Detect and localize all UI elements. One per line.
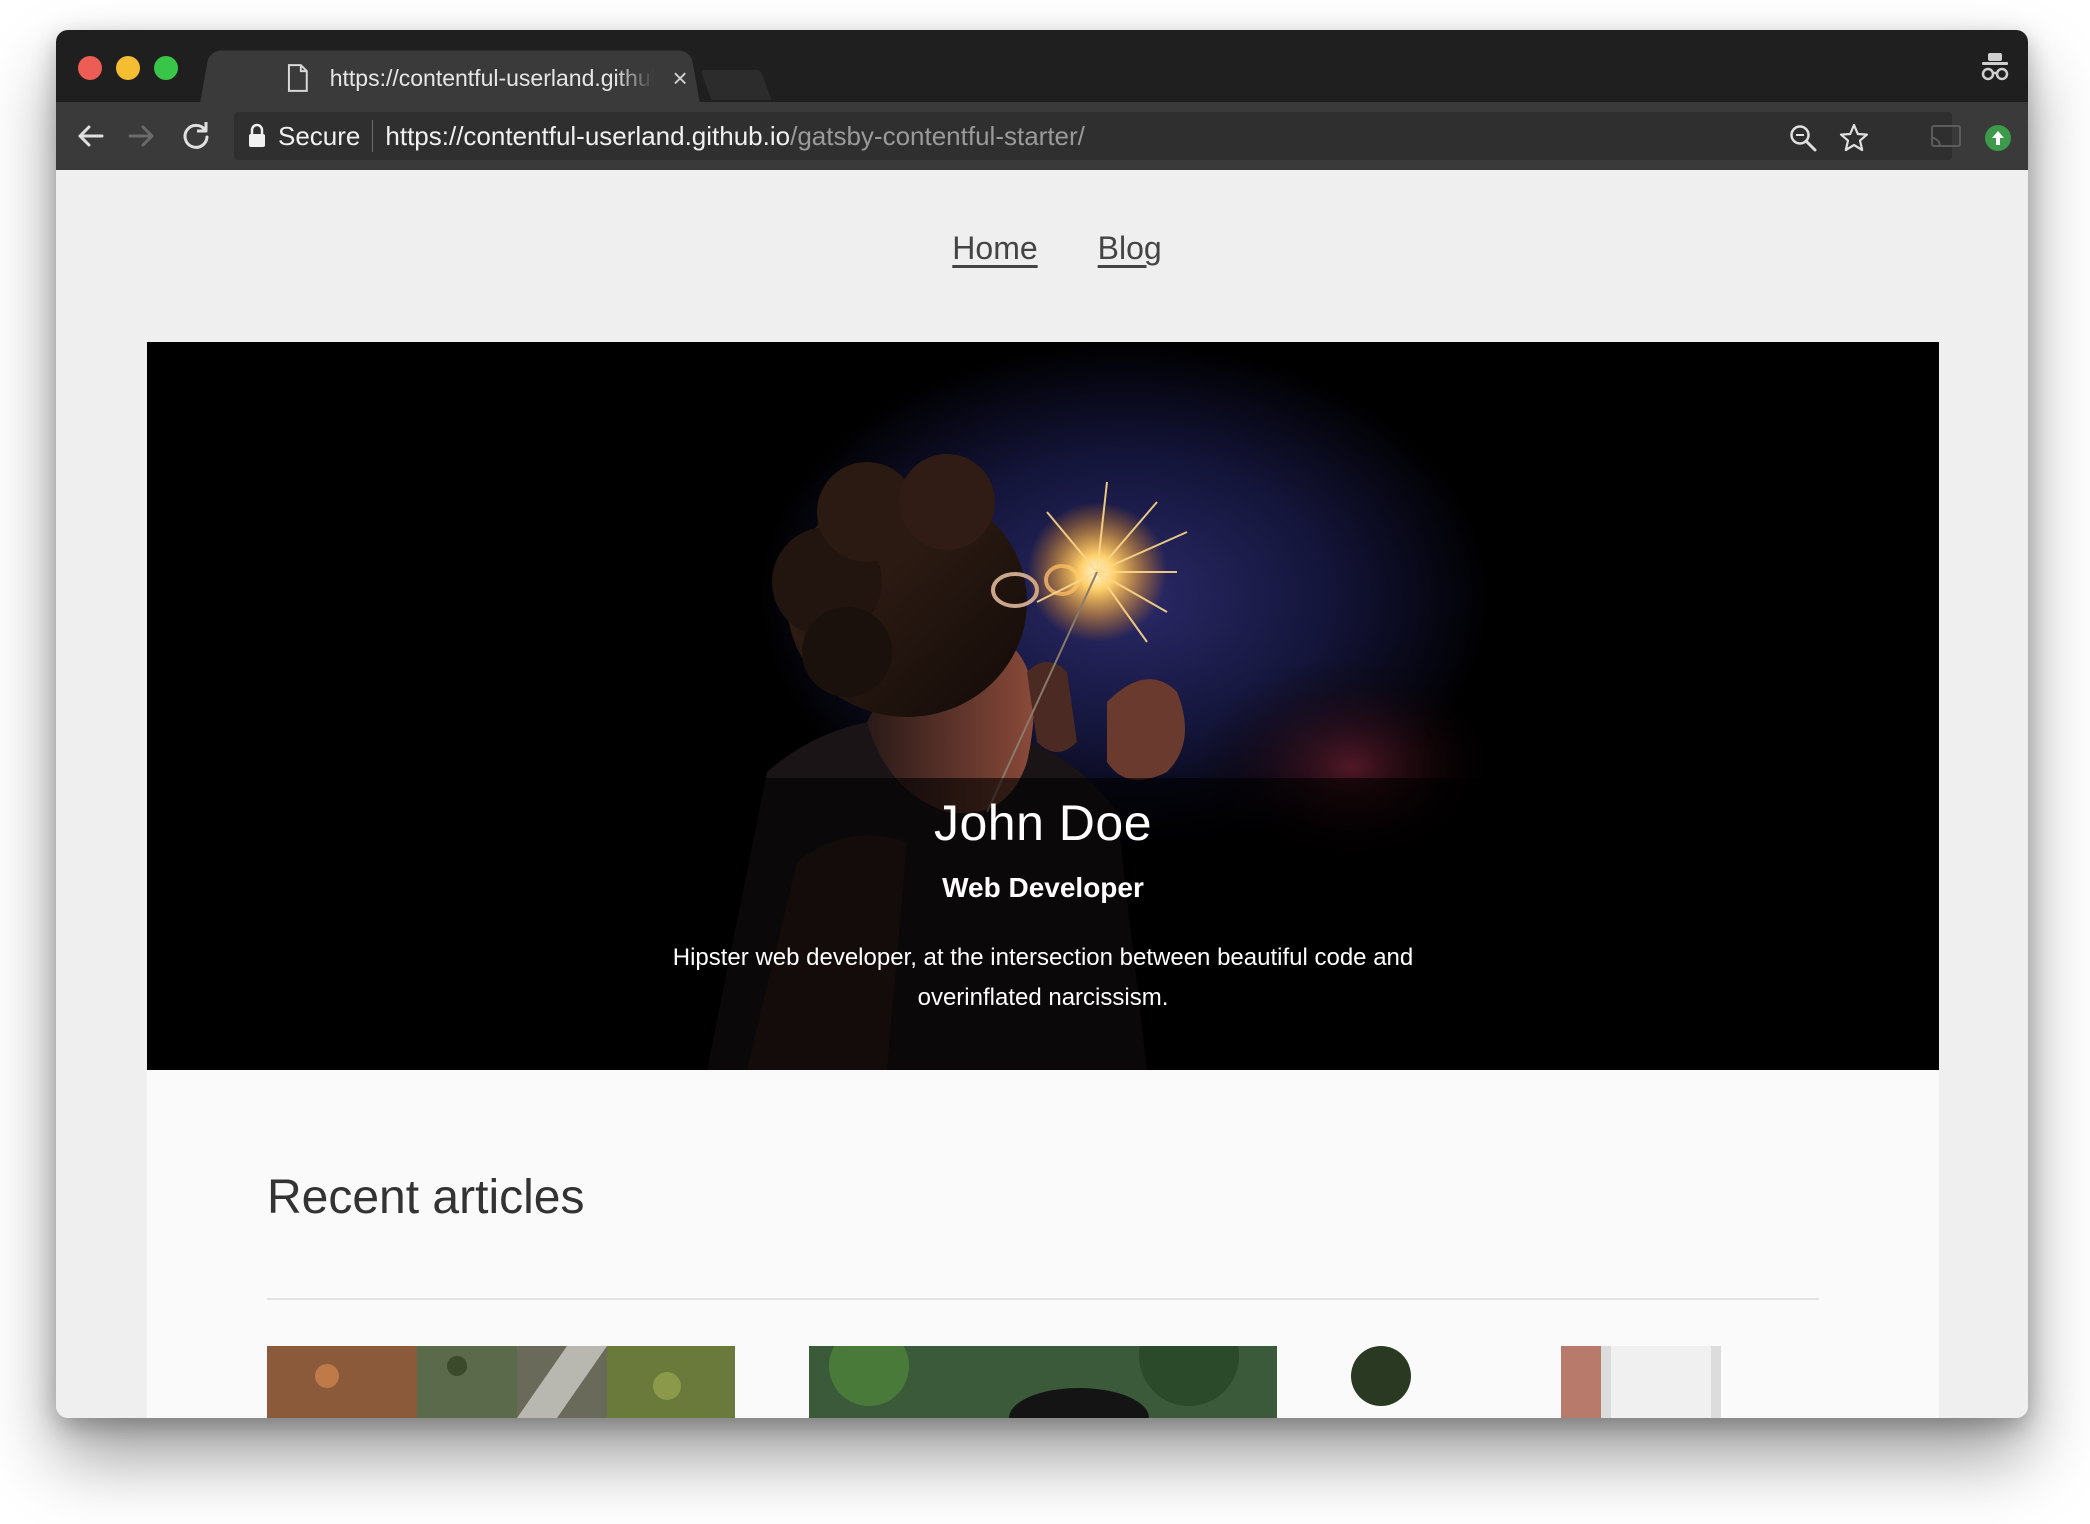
- browser-window: https://contentful-userland.github.io ×: [56, 30, 2028, 1418]
- close-window-button[interactable]: [78, 56, 102, 80]
- new-tab-button[interactable]: [700, 70, 772, 100]
- article-image-aerial: [267, 1346, 735, 1418]
- address-separator: [372, 120, 374, 152]
- url-origin: https://contentful-userland.github.io: [385, 120, 791, 151]
- document-icon: [287, 64, 308, 92]
- incognito-icon[interactable]: [1978, 50, 2012, 84]
- site-navigation: Home Blog: [56, 230, 2028, 267]
- tab-strip: https://contentful-userland.github.io ×: [56, 30, 2028, 104]
- hero-caption: John Doe Web Developer Hipster web devel…: [597, 778, 1489, 1070]
- article-image-people: [1351, 1346, 1819, 1418]
- extension-icon[interactable]: [1984, 124, 2012, 152]
- hero-name: John Doe: [933, 795, 1153, 851]
- security-label: Secure: [278, 120, 361, 151]
- article-thumbnail[interactable]: [267, 1346, 735, 1418]
- url-text[interactable]: https://contentful-userland.github.io/ga…: [385, 121, 1085, 152]
- maximize-window-button[interactable]: [154, 56, 178, 80]
- cast-icon[interactable]: [1930, 124, 1962, 148]
- nav-link-blog[interactable]: Blog: [1098, 230, 1162, 267]
- arrow-right-icon[interactable]: [124, 118, 160, 154]
- articles-section: Recent articles: [147, 1070, 1939, 1418]
- article-thumbnail[interactable]: [1351, 1346, 1819, 1418]
- minimize-window-button[interactable]: [116, 56, 140, 80]
- hero-job-title: Web Developer: [942, 872, 1144, 903]
- nav-link-home[interactable]: Home: [952, 230, 1037, 267]
- url-path: /gatsby-contentful-starter/: [790, 120, 1085, 151]
- tab-close-button[interactable]: ×: [666, 63, 694, 94]
- magnifier-icon[interactable]: [1788, 123, 1818, 153]
- reload-icon[interactable]: [178, 118, 214, 154]
- browser-tab[interactable]: https://contentful-userland.github.io ×: [224, 54, 694, 102]
- hero-banner: John Doe Web Developer Hipster web devel…: [147, 342, 1939, 1070]
- section-heading: Recent articles: [267, 1171, 585, 1224]
- web-page: Home Blog John Doe Web Developer Hipster…: [56, 170, 2028, 1418]
- arrow-left-icon[interactable]: [72, 118, 108, 154]
- lock-icon: [249, 123, 265, 147]
- hero-description: Hipster web developer, at the intersecti…: [672, 944, 1414, 1011]
- star-icon[interactable]: [1838, 122, 1870, 154]
- tab-title: https://contentful-userland.github.io: [329, 64, 655, 91]
- article-image-forest: [809, 1346, 1277, 1418]
- address-bar[interactable]: Secure https://contentful-userland.githu…: [234, 112, 1952, 160]
- article-thumbnail[interactable]: [809, 1346, 1277, 1418]
- browser-toolbar: Secure https://contentful-userland.githu…: [56, 102, 2028, 170]
- section-divider: [267, 1298, 1819, 1300]
